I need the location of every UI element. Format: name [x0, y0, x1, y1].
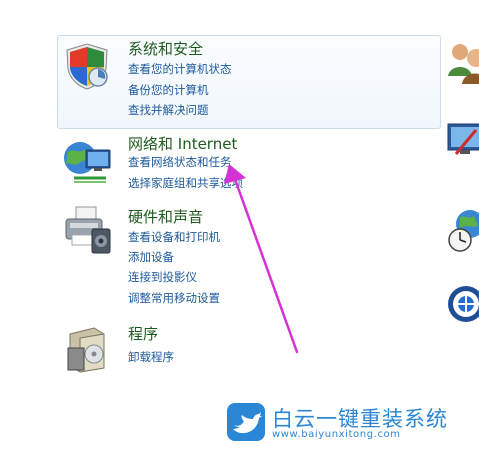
user-accounts-icon[interactable] [446, 38, 479, 88]
category-title[interactable]: 系统和安全 [128, 38, 203, 59]
link-homegroup-sharing[interactable]: 选择家庭组和共享选项 [128, 175, 243, 191]
programs-box-icon [67, 327, 105, 373]
link-mobility-settings[interactable]: 调整常用移动设置 [128, 290, 220, 306]
link-backup-computer[interactable]: 备份您的计算机 [128, 82, 209, 98]
link-uninstall-program[interactable]: 卸载程序 [128, 349, 174, 365]
link-connect-projector[interactable]: 连接到投影仪 [128, 269, 197, 285]
appearance-icon[interactable] [446, 118, 479, 168]
link-troubleshoot[interactable]: 查找并解决问题 [128, 102, 209, 118]
shield-icon [66, 43, 108, 90]
watermark-url: www.baiyunxitong.com [272, 429, 401, 440]
bird-logo-icon [227, 403, 265, 441]
network-globe-icon [64, 142, 111, 183]
clock-region-icon[interactable] [446, 206, 479, 256]
category-title[interactable]: 网络和 Internet [128, 133, 237, 154]
category-programs[interactable]: 程序 卸载程序 [60, 322, 440, 373]
category-title[interactable]: 程序 [128, 323, 158, 344]
printer-icon [65, 206, 111, 254]
category-title[interactable]: 硬件和声音 [128, 206, 203, 227]
category-hardware-sound[interactable]: 硬件和声音 查看设备和打印机 添加设备 连接到投影仪 调整常用移动设置 [60, 205, 440, 305]
link-add-device[interactable]: 添加设备 [128, 249, 174, 265]
link-view-network-status[interactable]: 查看网络状态和任务 [128, 154, 232, 170]
link-devices-printers[interactable]: 查看设备和打印机 [128, 229, 220, 245]
ease-of-access-icon[interactable] [446, 280, 479, 330]
category-system-security[interactable]: 系统和安全 查看您的计算机状态 备份您的计算机 查找并解决问题 [60, 37, 440, 127]
link-view-computer-status[interactable]: 查看您的计算机状态 [128, 61, 232, 77]
category-network-internet[interactable]: 网络和 Internet 查看网络状态和任务 选择家庭组和共享选项 [60, 132, 440, 192]
